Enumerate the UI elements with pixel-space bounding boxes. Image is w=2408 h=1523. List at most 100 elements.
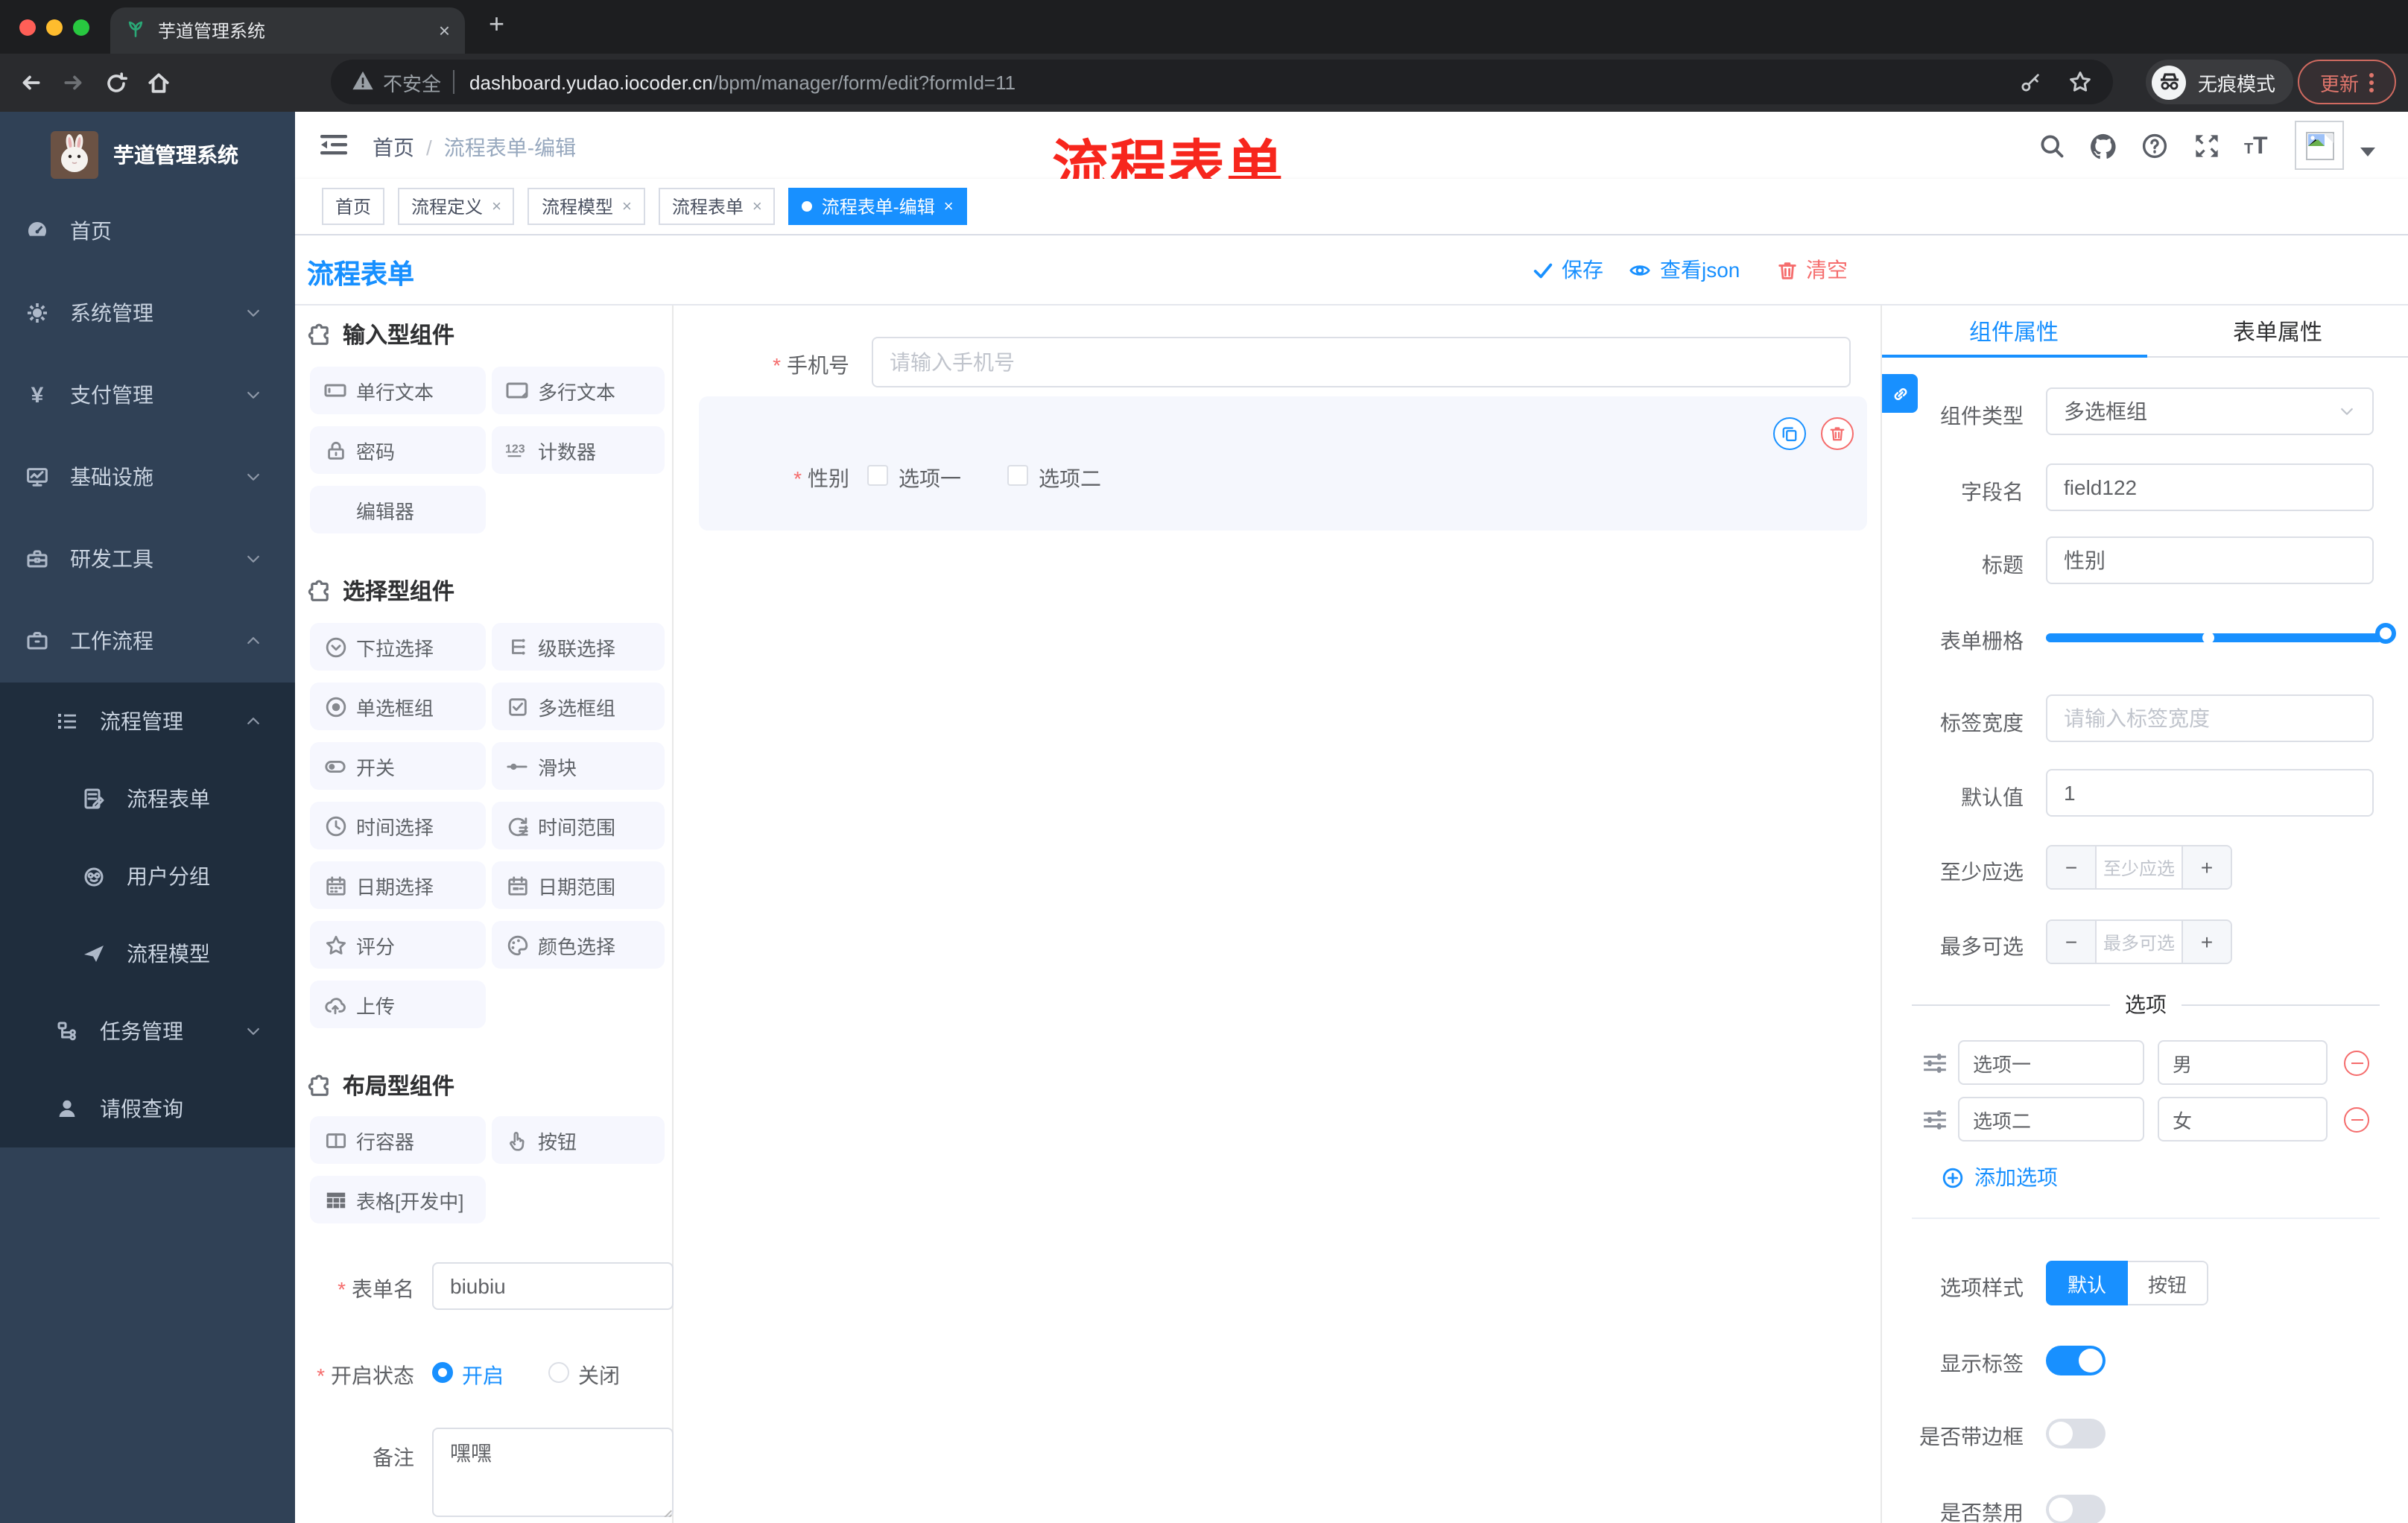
search-icon[interactable] (2038, 133, 2065, 159)
help-icon[interactable] (2141, 133, 2168, 159)
avatar-caret-icon[interactable] (2360, 148, 2375, 156)
palette-item-counter[interactable]: 123 计数器 (492, 426, 665, 474)
zoom-window-button[interactable] (73, 19, 89, 36)
sidebar-item-home[interactable]: 首页 (0, 198, 295, 264)
palette-item-rate[interactable]: 评分 (310, 921, 486, 969)
passkey-icon[interactable] (2019, 71, 2041, 93)
max-select-value[interactable]: 最多可选 (2095, 921, 2183, 963)
update-button[interactable]: 更新 (2298, 60, 2396, 104)
sidebar-item-workflow[interactable]: 工作流程 (0, 608, 295, 674)
drag-handle-icon[interactable] (1922, 1051, 1948, 1076)
breadcrumb-home[interactable]: 首页 (373, 136, 414, 159)
address-bar[interactable]: 不安全 dashboard.yudao.iocoder.cn/bpm/manag… (331, 60, 2113, 104)
delete-component-button[interactable] (1821, 417, 1854, 450)
option-style-default[interactable]: 默认 (2046, 1261, 2128, 1305)
title-input[interactable] (2046, 536, 2374, 584)
link-tag[interactable] (1882, 374, 1918, 413)
close-icon[interactable]: × (944, 197, 954, 215)
remove-option-button[interactable] (2344, 1051, 2369, 1076)
palette-item-switch[interactable]: 开关 (310, 742, 486, 790)
github-icon[interactable] (2089, 133, 2117, 161)
gender-option1-label[interactable]: 选项一 (899, 463, 961, 493)
app-logo[interactable]: 芋道管理系统 (0, 112, 295, 198)
tag-home[interactable]: 首页 (322, 188, 385, 225)
sidebar-item-leave-query[interactable]: 请假查询 (0, 1070, 295, 1147)
home-icon[interactable] (146, 70, 171, 95)
sidebar-item-user-groups[interactable]: 用户分组 (0, 838, 295, 915)
palette-item-time-range[interactable]: 时间范围 (492, 802, 665, 849)
palette-item-password[interactable]: 密码 (310, 426, 486, 474)
remove-option-button[interactable] (2344, 1107, 2369, 1133)
palette-item-checkbox-group[interactable]: 多选框组 (492, 683, 665, 730)
drag-handle-icon[interactable] (1922, 1107, 1948, 1133)
tab-form-props[interactable]: 表单属性 (2146, 316, 2408, 347)
palette-item-row-container[interactable]: 行容器 (310, 1116, 486, 1164)
sidebar-collapse-icon[interactable] (319, 130, 349, 159)
minimize-window-button[interactable] (46, 19, 63, 36)
close-icon[interactable]: × (492, 197, 501, 215)
close-icon[interactable]: × (622, 197, 632, 215)
option-style-segmented[interactable]: 默认 按钮 (2046, 1261, 2208, 1305)
sidebar-item-infrastructure[interactable]: 基础设施 (0, 444, 295, 510)
palette-item-single-line-text[interactable]: 单行文本 (310, 367, 486, 414)
option2-value-input[interactable] (2158, 1097, 2328, 1142)
phone-field-input[interactable] (872, 337, 1851, 387)
tag-process-form[interactable]: 流程表单 × (658, 188, 776, 225)
sidebar-item-system[interactable]: 系统管理 (0, 280, 295, 346)
copy-component-button[interactable] (1773, 417, 1806, 450)
field-name-input[interactable] (2046, 463, 2374, 511)
palette-item-table[interactable]: 表格[开发中] (310, 1176, 486, 1223)
sidebar-item-process-model[interactable]: 流程模型 (0, 915, 295, 992)
form-name-input[interactable] (432, 1262, 674, 1310)
close-icon[interactable]: × (752, 197, 762, 215)
clear-button[interactable]: 清空 (1776, 255, 1848, 285)
show-label-toggle[interactable] (2046, 1346, 2106, 1375)
palette-item-editor[interactable]: 编辑器 (310, 486, 486, 533)
status-closed-radio[interactable] (548, 1362, 569, 1383)
view-json-button[interactable]: 查看json (1627, 255, 1740, 285)
disabled-toggle[interactable] (2046, 1495, 2106, 1523)
sidebar-item-task-management[interactable]: 任务管理 (0, 992, 295, 1070)
default-value-input[interactable] (2046, 769, 2374, 817)
palette-item-slider[interactable]: 滑块 (492, 742, 665, 790)
gender-option2-label[interactable]: 选项二 (1039, 463, 1101, 493)
update-label[interactable]: 更新 (2320, 68, 2359, 96)
increase-button[interactable]: + (2183, 921, 2231, 963)
new-tab-button[interactable]: + (489, 9, 504, 40)
option2-label-input[interactable] (1958, 1097, 2144, 1142)
font-size-icon[interactable]: TT (2244, 131, 2277, 158)
gender-option1-checkbox[interactable] (867, 465, 888, 486)
remark-textarea[interactable]: 嘿嘿 (432, 1428, 674, 1517)
decrease-button[interactable]: − (2047, 846, 2095, 888)
avatar[interactable] (2295, 121, 2344, 170)
palette-item-date-picker[interactable]: 日期选择 (310, 861, 486, 909)
palette-item-color-picker[interactable]: 颜色选择 (492, 921, 665, 969)
tab-component-props[interactable]: 组件属性 (1882, 316, 2146, 347)
status-closed-label[interactable]: 关闭 (578, 1361, 620, 1390)
border-toggle[interactable] (2046, 1419, 2106, 1448)
security-label[interactable]: 不安全 (383, 68, 441, 96)
forward-icon[interactable] (61, 70, 86, 95)
fullscreen-icon[interactable] (2193, 133, 2220, 159)
palette-item-button[interactable]: 按钮 (492, 1116, 665, 1164)
add-option-button[interactable]: 添加选项 (1942, 1162, 2058, 1192)
max-select-stepper[interactable]: − 最多可选 + (2046, 919, 2232, 964)
decrease-button[interactable]: − (2047, 921, 2095, 963)
tag-process-definition[interactable]: 流程定义 × (398, 188, 515, 225)
gender-option2-checkbox[interactable] (1007, 465, 1028, 486)
status-open-label[interactable]: 开启 (462, 1361, 504, 1390)
increase-button[interactable]: + (2183, 846, 2231, 888)
palette-item-select[interactable]: 下拉选择 (310, 623, 486, 671)
form-grid-slider[interactable] (2046, 623, 2396, 644)
palette-item-date-range[interactable]: 日期范围 (492, 861, 665, 909)
sidebar-item-process-management[interactable]: 流程管理 (0, 683, 295, 760)
tag-process-model[interactable]: 流程模型 × (527, 188, 645, 225)
resize-handle[interactable] (659, 1502, 674, 1517)
tab-close-icon[interactable]: × (439, 19, 450, 42)
selected-component[interactable] (699, 396, 1867, 531)
tag-process-form-edit[interactable]: 流程表单-编辑 × (788, 188, 967, 225)
sidebar-item-payment[interactable]: ¥ 支付管理 (0, 362, 295, 428)
palette-item-time-picker[interactable]: 时间选择 (310, 802, 486, 849)
status-open-radio[interactable] (432, 1362, 453, 1383)
reload-icon[interactable] (104, 71, 128, 95)
